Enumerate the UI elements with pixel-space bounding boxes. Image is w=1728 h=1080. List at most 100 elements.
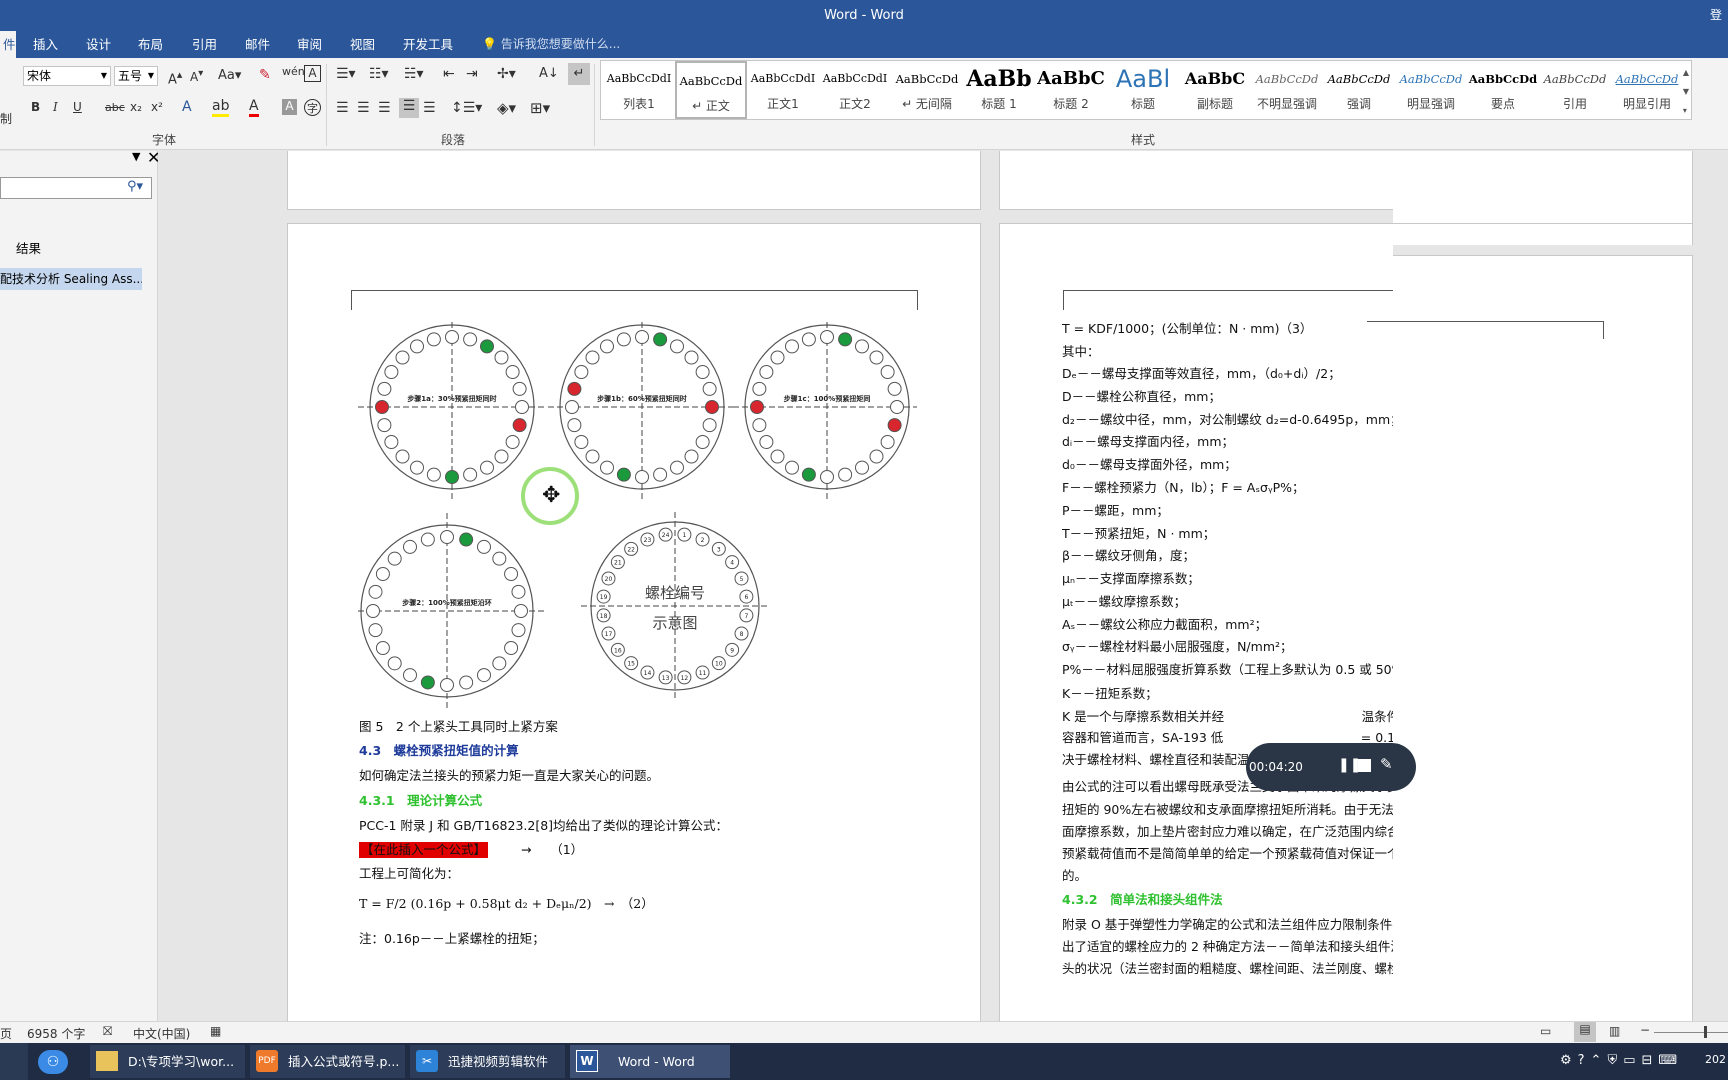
formula-placeholder[interactable]: 【在此插入一个公式】 xyxy=(359,842,489,858)
align-right-icon[interactable]: ☰ xyxy=(378,100,391,116)
style-subtle-emphasis[interactable]: AaBbCcDd 不明显强调 xyxy=(1251,61,1323,119)
superscript-button[interactable]: x² xyxy=(151,100,163,114)
search-input[interactable]: ⚲▾ xyxy=(0,177,152,199)
read-mode-icon[interactable]: ▭ xyxy=(1540,1024,1551,1038)
style-body1[interactable]: AaBbCcDdI 正文1 xyxy=(747,61,819,119)
word-count[interactable]: 6958 个字 xyxy=(27,1025,85,1042)
taskbar-video-editor[interactable]: ✂ 迅捷视频剪辑软件 xyxy=(410,1045,565,1078)
taskbar-pdf[interactable]: PDF 插入公式或符号.p... xyxy=(250,1045,405,1078)
shrink-font-icon[interactable]: A▾ xyxy=(190,68,203,84)
font-name-select[interactable]: 宋体 ▼ xyxy=(23,66,111,86)
show-marks-icon[interactable]: ↵ xyxy=(568,63,590,85)
font-color-icon[interactable]: A xyxy=(249,98,259,117)
pane-options-icon[interactable]: ▼ xyxy=(132,150,140,163)
taskbar-word[interactable]: W Word - Word xyxy=(570,1045,730,1078)
underline-button[interactable]: U xyxy=(73,100,82,114)
tab-references[interactable]: 引用 xyxy=(192,31,217,58)
line-spacing-icon[interactable]: ↕☰▾ xyxy=(451,100,482,116)
sort-icon[interactable]: A↓ xyxy=(539,66,559,81)
search-icon[interactable]: ⚲▾ xyxy=(127,179,143,194)
tell-me-box[interactable]: 💡 告诉我您想要做什么... xyxy=(482,31,620,58)
zoom-thumb[interactable] xyxy=(1704,1026,1707,1038)
style-heading1[interactable]: AaBb 标题 1 xyxy=(963,61,1035,119)
shading-icon[interactable]: ◈▾ xyxy=(497,99,516,117)
clear-format-icon[interactable]: ✎ xyxy=(259,67,271,83)
style-strong[interactable]: AaBbCcDd 要点 xyxy=(1467,61,1539,119)
borders-icon[interactable]: ⊞▾ xyxy=(530,99,550,117)
char-shading-icon[interactable]: A xyxy=(282,99,297,115)
highlight-icon[interactable]: ab xyxy=(212,98,230,117)
style-body2[interactable]: AaBbCcDdI 正文2 xyxy=(819,61,891,119)
proofing-icon[interactable]: ⛝ xyxy=(103,1024,112,1039)
style-list1[interactable]: AaBbCcDdI 列表1 xyxy=(603,61,675,119)
macro-icon[interactable]: ▦ xyxy=(210,1024,221,1038)
align-center-icon[interactable]: ☰ xyxy=(357,100,370,116)
enclose-char-icon[interactable]: 字 xyxy=(304,99,321,116)
start-button-partial[interactable] xyxy=(0,1043,28,1080)
style-intense-quote[interactable]: AaBbCcDd 明显引用 xyxy=(1611,61,1683,119)
chinese-layout-icon[interactable]: ✢▾ xyxy=(497,66,516,82)
style-intense-emphasis[interactable]: AaBbCcDd 明显强调 xyxy=(1395,61,1467,119)
style-emphasis[interactable]: AaBbCcDd 强调 xyxy=(1323,61,1395,119)
numbering-icon[interactable]: ☷▾ xyxy=(369,66,389,82)
sign-in-link[interactable]: 登 xyxy=(1710,0,1722,31)
bolt-number: 16 xyxy=(614,647,622,654)
style-normal[interactable]: AaBbCcDd ↵ 正文 xyxy=(675,61,747,119)
text-line: T = KDF/1000；(公制单位：N · mm)（3） xyxy=(1062,321,1313,336)
grow-font-icon[interactable]: A▴ xyxy=(168,68,182,87)
style-preview: AaBb xyxy=(966,66,1032,92)
style-preview: AaBbCcDd xyxy=(1615,72,1679,86)
increase-indent-icon[interactable]: ⇥ xyxy=(466,66,478,82)
char-border-icon[interactable]: A xyxy=(304,65,321,82)
distribute-icon[interactable]: ☰ xyxy=(423,100,436,116)
app-icon[interactable]: ⚇ xyxy=(38,1050,68,1074)
font-size-select[interactable]: 五号 ▼ xyxy=(114,66,158,86)
bolt-hole xyxy=(445,330,459,344)
tray-icons[interactable]: ⚙?⌃⛨▭⊟⌨ xyxy=(1560,1053,1683,1068)
zoom-slider[interactable] xyxy=(1654,1032,1728,1033)
stop-icon[interactable] xyxy=(1358,759,1371,772)
zoom-out-icon[interactable]: − xyxy=(1640,1023,1650,1037)
tab-file-partial[interactable]: 件 xyxy=(0,31,16,58)
bolt-number: 14 xyxy=(644,670,652,677)
justify-icon[interactable]: ☰ xyxy=(399,98,419,118)
page-indicator[interactable]: 页 xyxy=(0,1025,12,1042)
text-effects-icon[interactable]: A xyxy=(182,99,192,115)
style-title[interactable]: AaBl 标题 xyxy=(1107,61,1179,119)
tab-mailings[interactable]: 邮件 xyxy=(245,31,270,58)
style-heading2[interactable]: AaBbC 标题 2 xyxy=(1035,61,1107,119)
print-layout-icon[interactable]: ▤ xyxy=(1574,1022,1596,1042)
bolt-number: 2 xyxy=(701,537,705,544)
equation-2[interactable]: T = F/2 (0.16p + 0.58μt d₂ + Dₑμₙ/2) → （… xyxy=(359,896,654,912)
pen-icon[interactable]: ✎ xyxy=(1380,755,1393,773)
tab-insert[interactable]: 插入 xyxy=(33,31,58,58)
text-line: P－－螺距，mm； xyxy=(1062,503,1169,518)
results-tab[interactable]: 结果 xyxy=(16,238,41,257)
style-label: 引用 xyxy=(1562,97,1587,111)
nav-heading-item[interactable]: 配技术分析 Sealing Ass... xyxy=(0,268,142,290)
multilevel-list-icon[interactable]: ☵▾ xyxy=(404,66,424,82)
phonetic-guide-icon[interactable]: wén xyxy=(282,65,305,78)
style-subtitle[interactable]: AaBbC 副标题 xyxy=(1179,61,1251,119)
tab-review[interactable]: 审阅 xyxy=(297,31,322,58)
tab-view[interactable]: 视图 xyxy=(350,31,375,58)
strikethrough-button[interactable]: abc xyxy=(105,101,125,114)
style-no-spacing[interactable]: AaBbCcDd ↵ 无间隔 xyxy=(891,61,963,119)
decrease-indent-icon[interactable]: ⇤ xyxy=(443,66,455,82)
format-painter-partial[interactable]: 制 xyxy=(0,110,12,127)
bullets-icon[interactable]: ☰▾ xyxy=(336,66,356,82)
tab-layout[interactable]: 布局 xyxy=(138,31,163,58)
tab-developer[interactable]: 开发工具 xyxy=(403,31,453,58)
change-case-icon[interactable]: Aa▾ xyxy=(218,68,241,83)
align-left-icon[interactable]: ☰ xyxy=(336,100,349,116)
tab-design[interactable]: 设计 xyxy=(86,31,111,58)
bold-button[interactable]: B xyxy=(31,100,40,114)
style-quote[interactable]: AaBbCcDd 引用 xyxy=(1539,61,1611,119)
subscript-button[interactable]: x₂ xyxy=(130,100,142,114)
web-layout-icon[interactable]: ▥ xyxy=(1609,1024,1620,1038)
gallery-scroll-icon[interactable]: ▲ ▼ ▾ xyxy=(1683,63,1689,120)
language-indicator[interactable]: 中文(中国) xyxy=(133,1025,190,1042)
taskbar-explorer[interactable]: D:\专项学习\wor... xyxy=(90,1045,245,1078)
bolt-hole xyxy=(880,435,895,449)
italic-button[interactable]: I xyxy=(53,100,58,114)
